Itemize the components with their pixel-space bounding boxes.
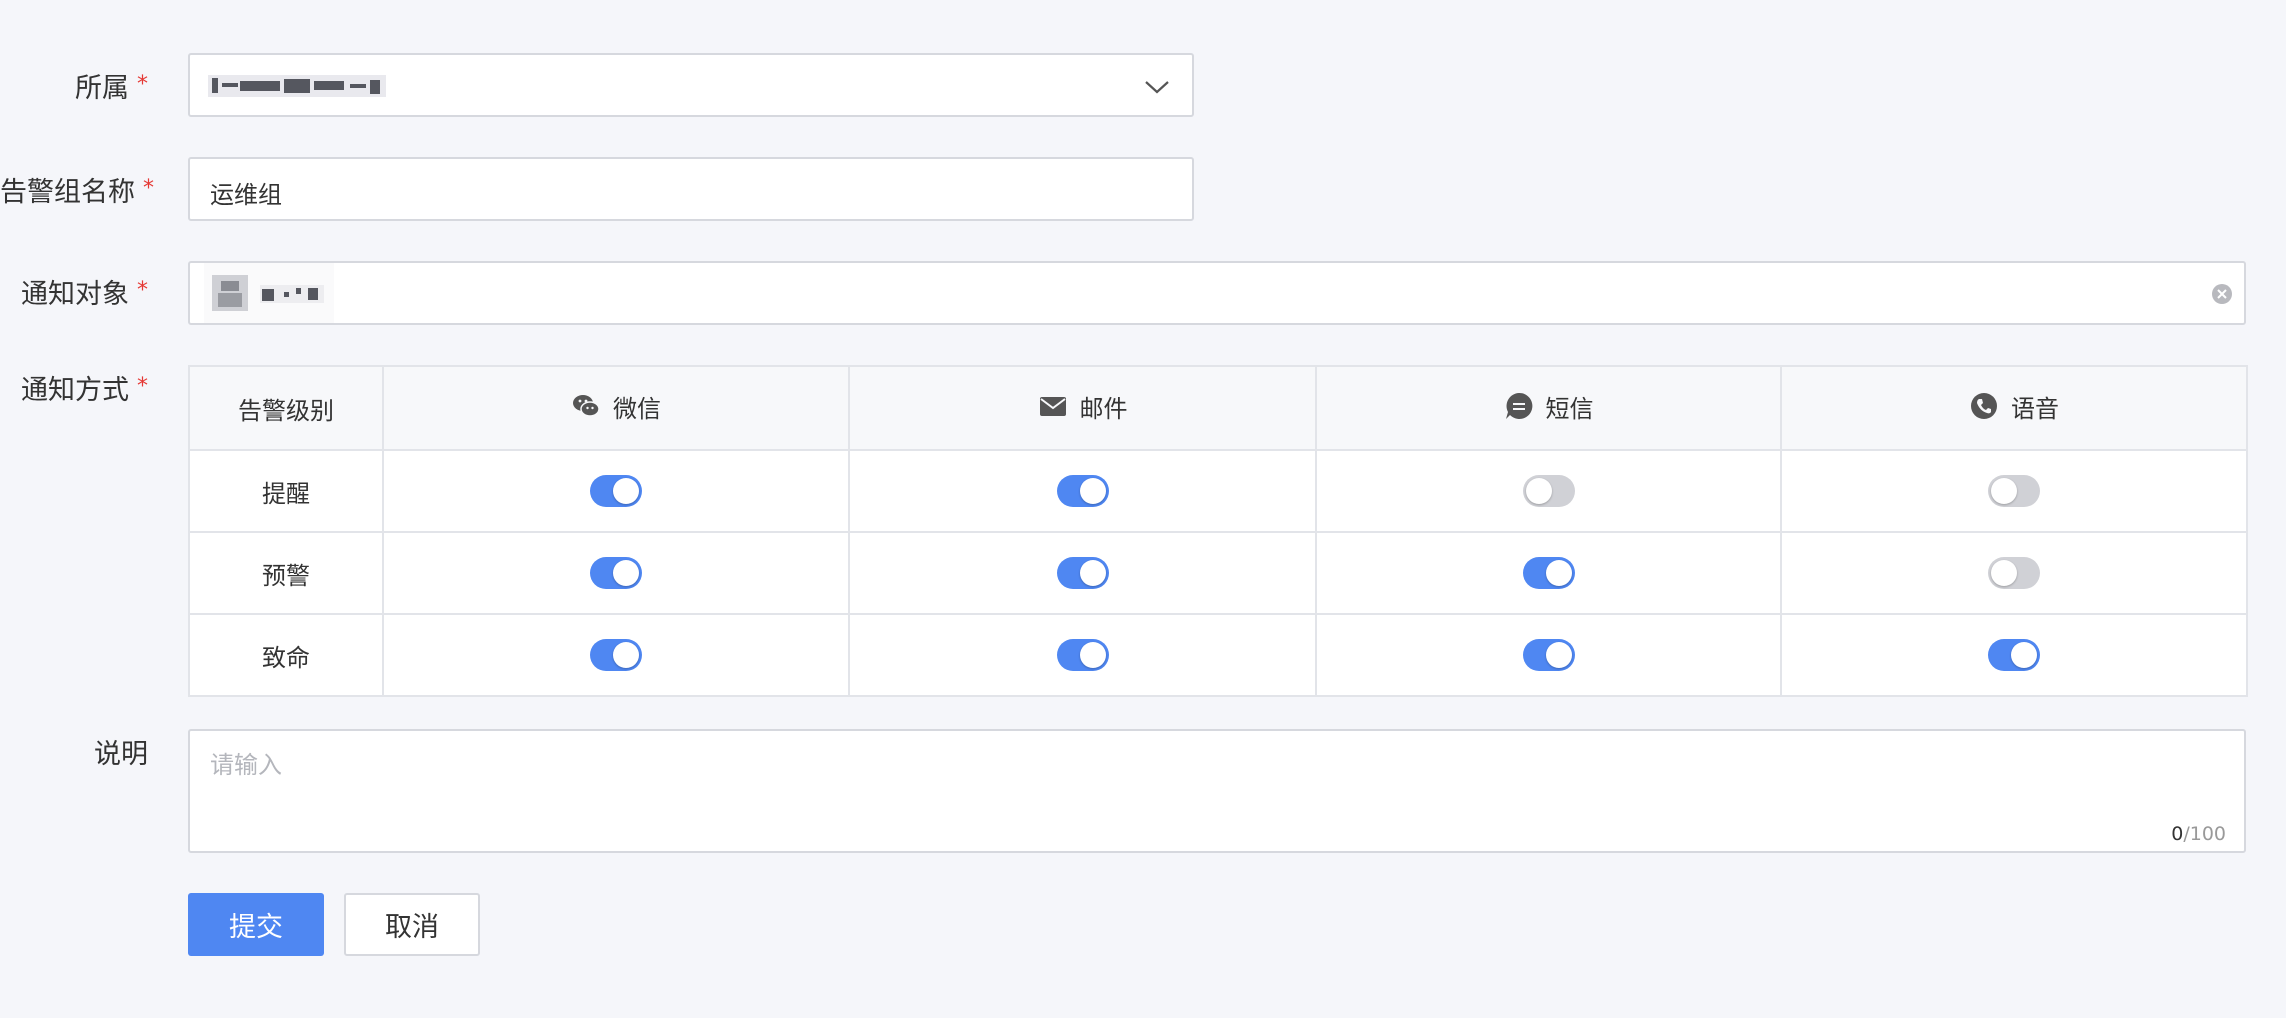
toggle-cell <box>848 613 1317 697</box>
owner-label: 所属 * <box>0 66 148 105</box>
toggle-cell <box>1315 531 1782 615</box>
toggle-cell <box>382 613 850 697</box>
notify-toggle[interactable] <box>590 475 642 507</box>
channel-header-wechat: 微信 <box>382 365 850 451</box>
required-mark: * <box>143 176 154 201</box>
channel-header-mail: 邮件 <box>848 365 1317 451</box>
chevron-down-icon[interactable] <box>1144 79 1170 95</box>
description-placeholder: 请输入 <box>210 751 282 779</box>
channel-label: 短信 <box>1545 394 1594 423</box>
group-name-input[interactable]: 运维组 <box>188 157 1194 221</box>
channel-header-voice: 语音 <box>1780 365 2248 451</box>
notify-method-label-text: 通知方式 <box>21 375 129 406</box>
level-cell: 提醒 <box>188 449 384 533</box>
owner-select[interactable] <box>188 53 1194 117</box>
channel-header-sms: 短信 <box>1315 365 1782 451</box>
submit-button[interactable]: 提交 <box>188 893 324 956</box>
selected-member-tag[interactable] <box>204 263 334 323</box>
level-header: 告警级别 <box>188 365 384 451</box>
required-mark: * <box>137 374 148 399</box>
notify-target-label-text: 通知对象 <box>21 279 129 310</box>
required-mark: * <box>137 278 148 303</box>
group-name-label-text: 告警组名称 <box>0 177 135 208</box>
toggle-cell <box>1315 449 1782 533</box>
notify-method-label: 通知方式 * <box>0 368 148 407</box>
notify-toggle[interactable] <box>1056 557 1109 589</box>
toggle-knob <box>1079 478 1106 504</box>
avatar <box>212 275 248 311</box>
matrix-row: 提醒 <box>188 449 2248 533</box>
toggle-cell <box>1780 449 2248 533</box>
mail-icon <box>1039 397 1066 417</box>
toggle-cell <box>1780 613 2248 697</box>
notify-toggle[interactable] <box>590 557 642 589</box>
toggle-knob <box>613 560 639 586</box>
cancel-button[interactable]: 取消 <box>344 893 480 956</box>
owner-label-text: 所属 <box>75 73 129 104</box>
toggle-knob <box>1991 560 2017 586</box>
clear-icon[interactable] <box>2210 282 2234 306</box>
notify-method-matrix: 告警级别 微信 邮件 短信 语音 提醒 预警 致命 <box>188 365 2248 697</box>
level-cell: 致命 <box>188 613 384 697</box>
char-count-current: 0 <box>2171 823 2184 845</box>
owner-value-redacted <box>208 75 386 97</box>
notify-toggle[interactable] <box>1522 639 1575 671</box>
channel-label: 微信 <box>613 394 661 423</box>
toggle-cell <box>382 531 850 615</box>
description-label-text: 说明 <box>94 739 148 770</box>
required-mark: * <box>137 72 148 97</box>
toggle-knob <box>1545 642 1572 668</box>
notify-toggle[interactable] <box>1988 475 2040 507</box>
notify-toggle[interactable] <box>1522 557 1575 589</box>
toggle-knob <box>613 478 639 504</box>
matrix-row: 致命 <box>188 613 2248 697</box>
group-name-value: 运维组 <box>210 181 282 209</box>
channel-label: 语音 <box>2011 394 2059 423</box>
notify-toggle[interactable] <box>1056 639 1109 671</box>
notify-target-label: 通知对象 * <box>0 272 148 311</box>
description-textarea[interactable]: 请输入 0/100 <box>188 729 2246 853</box>
toggle-knob <box>1545 560 1572 586</box>
toggle-knob <box>2011 642 2037 668</box>
toggle-knob <box>1079 642 1106 668</box>
toggle-cell <box>1315 613 1782 697</box>
voice-call-icon <box>1971 393 1997 420</box>
member-name-redacted <box>260 285 324 303</box>
sms-icon <box>1505 393 1532 420</box>
char-counter: 0/100 <box>2171 823 2226 845</box>
toggle-knob <box>1991 478 2017 504</box>
level-cell: 预警 <box>188 531 384 615</box>
channel-label: 邮件 <box>1079 394 1128 423</box>
matrix-header-row: 告警级别 微信 邮件 短信 语音 <box>188 365 2248 451</box>
toggle-knob <box>1079 560 1106 586</box>
toggle-knob <box>1525 478 1552 504</box>
toggle-knob <box>613 642 639 668</box>
notify-target-select[interactable] <box>188 261 2246 325</box>
toggle-cell <box>382 449 850 533</box>
toggle-cell <box>1780 531 2248 615</box>
notify-toggle[interactable] <box>1988 557 2040 589</box>
notify-toggle[interactable] <box>1522 475 1575 507</box>
toggle-cell <box>848 449 1317 533</box>
wechat-icon <box>573 395 600 417</box>
toggle-cell <box>848 531 1317 615</box>
matrix-row: 预警 <box>188 531 2248 615</box>
notify-toggle[interactable] <box>590 639 642 671</box>
notify-toggle[interactable] <box>1988 639 2040 671</box>
notify-toggle[interactable] <box>1056 475 1109 507</box>
group-name-label: 告警组名称 * <box>0 170 154 209</box>
description-label: 说明 <box>0 732 148 771</box>
char-count-max: /100 <box>2183 823 2226 845</box>
